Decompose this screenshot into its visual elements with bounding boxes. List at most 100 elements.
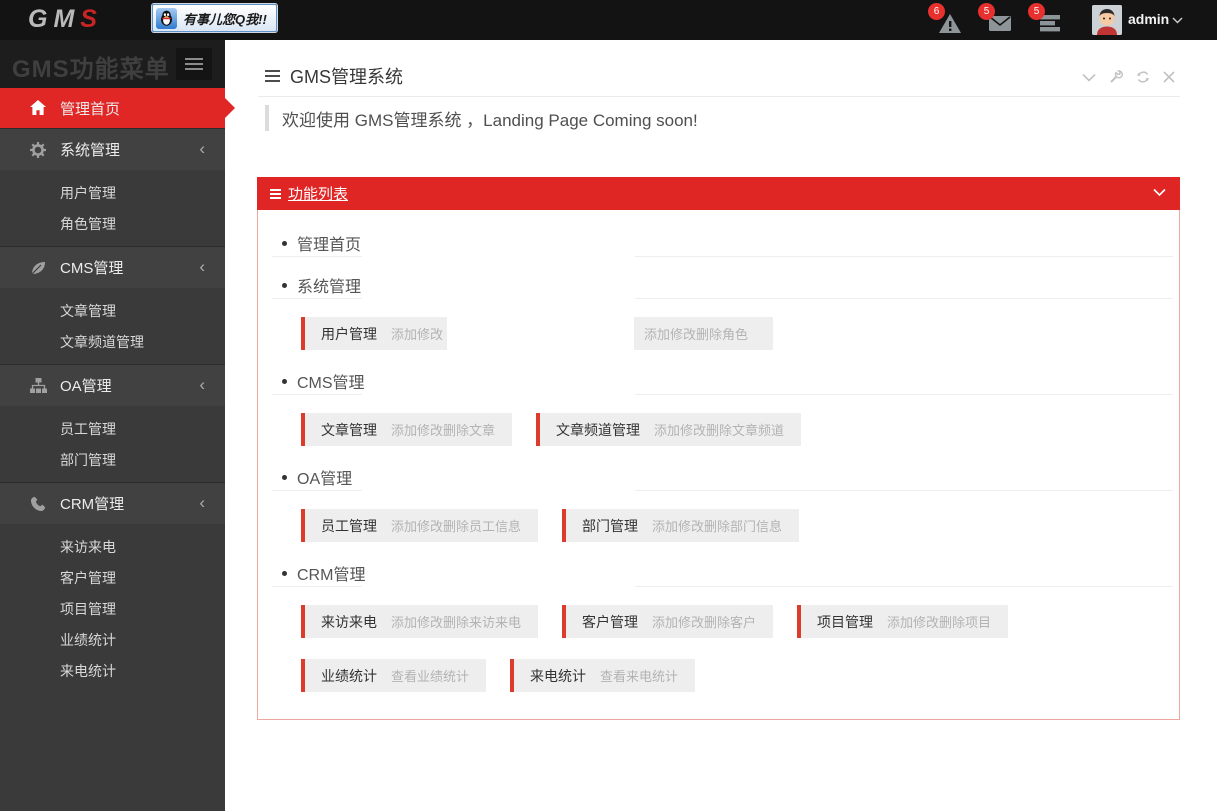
sidebar-subitem-departments[interactable]: 部门管理 (0, 445, 225, 476)
chip-row-oa: 员工管理 添加修改删除员工信息 部门管理 添加修改删除部门信息 (301, 509, 800, 542)
divider (272, 586, 362, 587)
sidebar-submenu-cms: 文章管理 文章频道管理 (0, 288, 225, 364)
sidebar-subitem-call-stats[interactable]: 来电统计 (0, 656, 225, 687)
user-avatar[interactable] (1092, 5, 1122, 35)
section-title-system: 系统管理 (282, 275, 361, 296)
messages-button[interactable]: 5 (978, 3, 1012, 34)
chevron-left-icon: ‹ (199, 256, 205, 276)
qq-penguin-icon (156, 7, 177, 29)
welcome-text: 欢迎使用 GMS管理系统 ，Landing Page Coming soon! (282, 110, 698, 130)
section-title-home: 管理首页 (282, 233, 361, 254)
sidebar-item-crm[interactable]: CRM管理 ‹ (0, 482, 225, 524)
main-content: GMS管理系统 欢迎使用 GMS管理系统 ，Landing Page Comin… (225, 40, 1217, 811)
qq-badge-label: 有事儿您Q我!! (183, 11, 267, 27)
divider (635, 394, 1173, 395)
function-list-header: 功能列表 (257, 177, 1180, 210)
sidebar-header: GMS功能菜单 (0, 40, 225, 88)
divider (635, 256, 1173, 257)
close-icon[interactable] (1163, 71, 1175, 83)
chip-row-crm-1: 来访来电 添加修改删除来访来电 客户管理 添加修改删除客户 项目管理 添加修改删… (301, 605, 1009, 638)
module-chip-roles-fragment[interactable]: 添加修改删除角色 (634, 317, 773, 350)
module-chip-articles[interactable]: 文章管理 添加修改删除文章 (301, 413, 513, 446)
content-header-actions (1082, 70, 1175, 84)
sidebar-subitem-visits-calls[interactable]: 来访来电 (0, 532, 225, 563)
sidebar-subitem-article-channels[interactable]: 文章频道管理 (0, 327, 225, 358)
chip-row-crm-2: 业绩统计 查看业绩统计 来电统计 查看来电统计 (301, 659, 696, 692)
divider (272, 490, 362, 491)
sidebar-collapse-button[interactable] (176, 48, 212, 80)
sidebar-submenu-crm: 来访来电 客户管理 项目管理 业绩统计 来电统计 (0, 524, 225, 693)
home-icon (30, 100, 47, 116)
hamburger-icon (270, 188, 281, 199)
sidebar-item-label: 管理首页 (60, 100, 121, 118)
hamburger-icon (265, 70, 280, 82)
divider (635, 586, 1173, 587)
sidebar-title: GMS功能菜单 (12, 56, 170, 83)
notifications-button[interactable]: 6 (928, 3, 962, 34)
bullet-icon (282, 570, 287, 576)
task-count-badge: 5 (1028, 3, 1045, 20)
module-chip-users[interactable]: 用户管理 添加修改 (301, 317, 447, 350)
sidebar-item-cms[interactable]: CMS管理 ‹ (0, 246, 225, 288)
sidebar-subitem-employees[interactable]: 员工管理 (0, 414, 225, 445)
chevron-left-icon: ‹ (199, 374, 205, 394)
gear-icon (30, 141, 47, 158)
message-count-badge: 5 (978, 3, 995, 20)
sidebar-item-system[interactable]: 系统管理 ‹ (0, 128, 225, 170)
divider (272, 394, 362, 395)
module-chip-projects[interactable]: 项目管理 添加修改删除项目 (797, 605, 1009, 638)
qq-contact-badge[interactable]: 有事儿您Q我!! (152, 4, 277, 32)
bullet-icon (282, 282, 287, 288)
sidebar: GMS功能菜单 管理首页 系统管理 ‹ 用户管理 角色管理 CMS管理 ‹ 文章… (0, 40, 235, 811)
bullet-icon (282, 378, 287, 384)
sidebar-subitem-performance-stats[interactable]: 业绩统计 (0, 625, 225, 656)
divider (272, 298, 362, 299)
section-title-crm: CRM管理 (282, 563, 365, 584)
logo-text-s: S (80, 5, 103, 33)
bullet-icon (282, 240, 287, 246)
function-list-title[interactable]: 功能列表 (288, 183, 348, 204)
divider (635, 298, 1173, 299)
chip-row-system: 用户管理 添加修改 (301, 317, 447, 350)
sidebar-item-oa[interactable]: OA管理 ‹ (0, 364, 225, 406)
wrench-icon[interactable] (1109, 70, 1123, 84)
module-chip-article-channels[interactable]: 文章频道管理 添加修改删除文章频道 (536, 413, 802, 446)
gms-logo: GMS (28, 5, 103, 34)
section-title-oa: OA管理 (282, 467, 352, 488)
notification-count-badge: 6 (928, 3, 945, 20)
sidebar-subitem-customers[interactable]: 客户管理 (0, 563, 225, 594)
divider (272, 256, 362, 257)
sidebar-subitem-articles[interactable]: 文章管理 (0, 296, 225, 327)
phone-icon (30, 496, 47, 512)
collapse-chevron-icon[interactable] (1082, 73, 1096, 82)
module-chip-employees[interactable]: 员工管理 添加修改删除员工信息 (301, 509, 539, 542)
module-chip-customers[interactable]: 客户管理 添加修改删除客户 (562, 605, 774, 638)
sidebar-item-label: CRM管理 (60, 496, 125, 513)
sitemap-icon (30, 377, 47, 394)
panel-collapse-chevron-icon[interactable] (1153, 188, 1166, 197)
header-divider (258, 96, 1180, 97)
divider (635, 490, 1173, 491)
content-header: GMS管理系统 (265, 63, 403, 89)
sidebar-submenu-system: 用户管理 角色管理 (0, 170, 225, 246)
chevron-left-icon: ‹ (199, 138, 205, 158)
module-chip-call-stats[interactable]: 来电统计 查看来电统计 (510, 659, 696, 692)
sidebar-subitem-users[interactable]: 用户管理 (0, 178, 225, 209)
sidebar-item-label: CMS管理 (60, 260, 124, 277)
module-chip-departments[interactable]: 部门管理 添加修改删除部门信息 (562, 509, 800, 542)
function-list-body: 管理首页 系统管理 用户管理 添加修改 添加修改删除角色 CMS管理 文章管理 … (257, 210, 1180, 720)
sidebar-item-label: 系统管理 (60, 142, 121, 159)
module-chip-visits-calls[interactable]: 来访来电 添加修改删除来访来电 (301, 605, 539, 638)
chevron-down-icon[interactable] (1172, 17, 1183, 24)
chip-row-cms: 文章管理 添加修改删除文章 文章频道管理 添加修改删除文章频道 (301, 413, 802, 446)
tasks-button[interactable]: 5 (1028, 3, 1062, 34)
leaf-icon (30, 260, 47, 276)
bullet-icon (282, 474, 287, 480)
module-chip-performance-stats[interactable]: 业绩统计 查看业绩统计 (301, 659, 487, 692)
sidebar-subitem-projects[interactable]: 项目管理 (0, 594, 225, 625)
sidebar-item-home[interactable]: 管理首页 (0, 88, 235, 128)
refresh-icon[interactable] (1136, 70, 1150, 84)
sidebar-subitem-roles[interactable]: 角色管理 (0, 209, 225, 240)
chevron-left-icon: ‹ (199, 492, 205, 512)
username-label[interactable]: admin (1128, 11, 1169, 27)
